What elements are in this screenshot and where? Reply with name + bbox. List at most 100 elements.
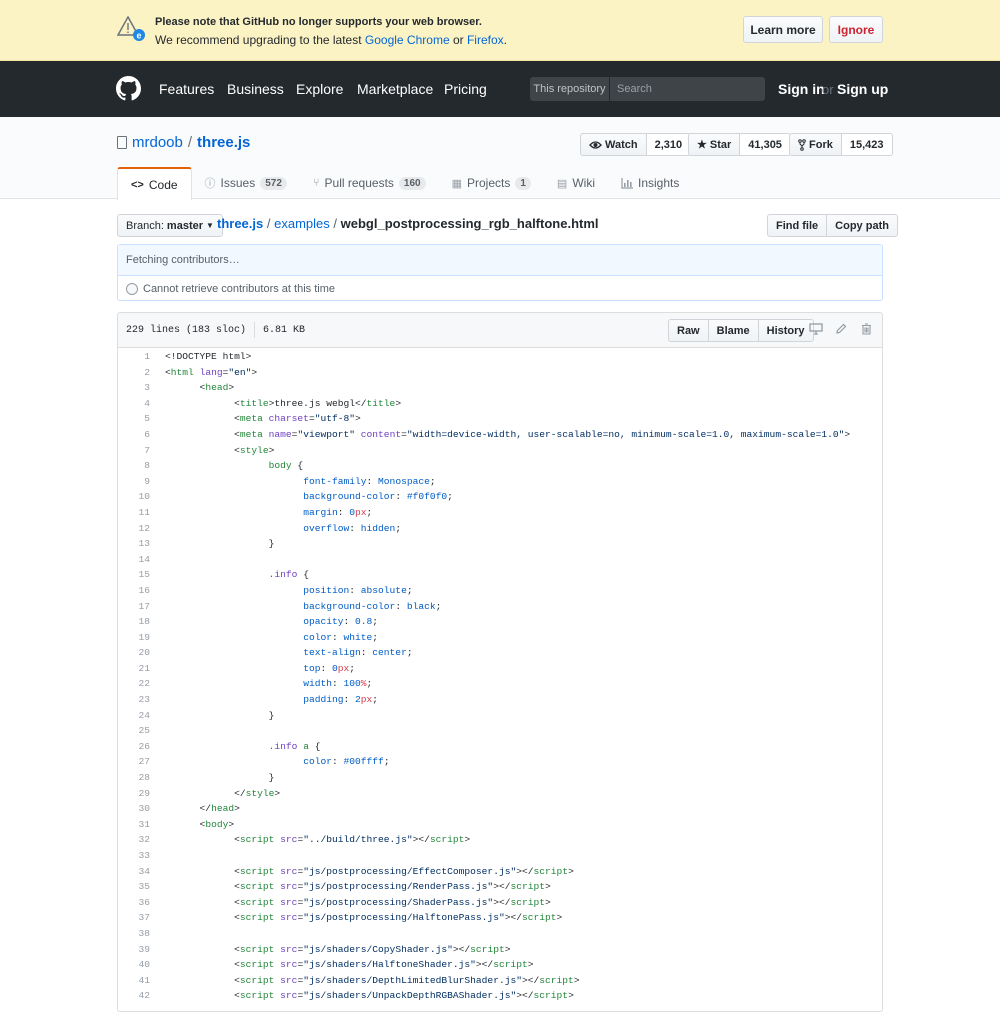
line-number[interactable]: 37: [118, 910, 150, 926]
code-line: 24 }: [118, 708, 882, 724]
code-line: 15 .info {: [118, 567, 882, 583]
line-number[interactable]: 32: [118, 832, 150, 848]
nav-pricing[interactable]: Pricing: [444, 81, 487, 97]
tab-wiki[interactable]: ▤ Wiki: [544, 167, 608, 199]
line-number[interactable]: 16: [118, 583, 150, 599]
find-file-button[interactable]: Find file: [767, 214, 828, 237]
line-number[interactable]: 21: [118, 661, 150, 677]
line-number[interactable]: 4: [118, 396, 150, 412]
line-content: [150, 926, 165, 942]
trashcan-icon[interactable]: [861, 323, 872, 335]
line-number[interactable]: 14: [118, 552, 150, 568]
star-count[interactable]: 41,305: [740, 133, 791, 156]
line-number[interactable]: 20: [118, 645, 150, 661]
line-number[interactable]: 17: [118, 599, 150, 615]
desktop-icon[interactable]: [809, 323, 823, 335]
line-content: padding: 2px;: [303, 694, 379, 706]
line-content: width: 100%;: [303, 678, 373, 690]
line-number[interactable]: 8: [118, 458, 150, 474]
line-number[interactable]: 3: [118, 380, 150, 396]
line-number[interactable]: 38: [118, 926, 150, 942]
tab-issues[interactable]: ⓘ Issues 572: [192, 167, 300, 199]
line-number[interactable]: 27: [118, 754, 150, 770]
line-number[interactable]: 2: [118, 365, 150, 381]
code-line: 16 position: absolute;: [118, 583, 882, 599]
firefox-link[interactable]: Firefox: [467, 33, 504, 47]
banner-period: .: [503, 33, 507, 47]
line-number[interactable]: 30: [118, 801, 150, 817]
sign-in-link[interactable]: Sign in: [778, 81, 825, 97]
breadcrumb-examples-link[interactable]: examples: [274, 216, 330, 231]
branch-select-button[interactable]: Branch: master ▼: [117, 214, 223, 237]
code-line: 26 .info a {: [118, 739, 882, 755]
nav-explore[interactable]: Explore: [296, 81, 343, 97]
code-line: 19 color: white;: [118, 630, 882, 646]
code-line: 21 top: 0px;: [118, 661, 882, 677]
line-number[interactable]: 39: [118, 942, 150, 958]
avatar-icon: [126, 282, 138, 295]
nav-features[interactable]: Features: [159, 81, 214, 97]
copy-path-button[interactable]: Copy path: [827, 214, 898, 237]
line-number[interactable]: 25: [118, 723, 150, 739]
line-number[interactable]: 23: [118, 692, 150, 708]
line-number[interactable]: 15: [118, 567, 150, 583]
tab-code[interactable]: <> Code: [117, 167, 192, 200]
line-number[interactable]: 12: [118, 521, 150, 537]
github-logo-icon[interactable]: [116, 76, 141, 101]
line-content: top: 0px;: [303, 662, 356, 674]
issue-icon: ⓘ: [204, 178, 216, 190]
tab-pull-requests[interactable]: ⑂ Pull requests 160: [300, 167, 439, 199]
line-number[interactable]: 42: [118, 988, 150, 1004]
nav-marketplace[interactable]: Marketplace: [357, 81, 433, 97]
line-number[interactable]: 35: [118, 879, 150, 895]
line-number[interactable]: 5: [118, 411, 150, 427]
file-line-info: 229 lines (183 sloc): [126, 324, 247, 336]
repo-name-link[interactable]: three.js: [197, 134, 250, 151]
line-number[interactable]: 6: [118, 427, 150, 443]
line-number[interactable]: 29: [118, 786, 150, 802]
chrome-link[interactable]: Google Chrome: [365, 33, 450, 47]
line-number[interactable]: 31: [118, 817, 150, 833]
line-number[interactable]: 22: [118, 676, 150, 692]
pencil-icon[interactable]: [835, 323, 847, 335]
watch-button[interactable]: Watch: [580, 133, 647, 156]
line-number[interactable]: 11: [118, 505, 150, 521]
nav-business[interactable]: Business: [227, 81, 284, 97]
history-button[interactable]: History: [757, 319, 814, 342]
code-line: 13 }: [118, 536, 882, 552]
line-number[interactable]: 1: [118, 349, 150, 365]
code-line: 29 </style>: [118, 786, 882, 802]
fork-button[interactable]: Fork: [789, 133, 842, 156]
line-number[interactable]: 26: [118, 739, 150, 755]
line-number[interactable]: 33: [118, 848, 150, 864]
line-number[interactable]: 9: [118, 474, 150, 490]
tab-insights[interactable]: Insights: [608, 167, 692, 199]
watch-count[interactable]: 2,310: [646, 133, 692, 156]
breadcrumb-repo-link[interactable]: three.js: [217, 216, 263, 231]
line-number[interactable]: 18: [118, 614, 150, 630]
line-content: <html lang="en">: [165, 366, 258, 378]
fork-count[interactable]: 15,423: [841, 133, 893, 156]
line-number[interactable]: 28: [118, 770, 150, 786]
line-number[interactable]: 34: [118, 864, 150, 880]
star-button[interactable]: ★ Star: [688, 133, 741, 156]
code-line: 18 opacity: 0.8;: [118, 614, 882, 630]
line-number[interactable]: 7: [118, 443, 150, 459]
line-number[interactable]: 10: [118, 489, 150, 505]
ignore-button[interactable]: Ignore: [829, 16, 883, 43]
search-input[interactable]: [610, 77, 765, 101]
learn-more-button[interactable]: Learn more: [743, 16, 823, 43]
sign-up-link[interactable]: Sign up: [837, 81, 888, 97]
line-number[interactable]: 36: [118, 895, 150, 911]
code-line: 2 <html lang="en">: [118, 365, 882, 381]
tab-projects[interactable]: ▦ Projects 1: [439, 167, 544, 199]
line-number[interactable]: 40: [118, 957, 150, 973]
line-number[interactable]: 41: [118, 973, 150, 989]
blame-button[interactable]: Blame: [707, 319, 759, 342]
code-line: 6 <meta name="viewport" content="width=d…: [118, 427, 882, 443]
line-number[interactable]: 19: [118, 630, 150, 646]
line-number[interactable]: 13: [118, 536, 150, 552]
repo-owner-link[interactable]: mrdoob: [132, 134, 183, 151]
line-number[interactable]: 24: [118, 708, 150, 724]
raw-button[interactable]: Raw: [668, 319, 709, 342]
